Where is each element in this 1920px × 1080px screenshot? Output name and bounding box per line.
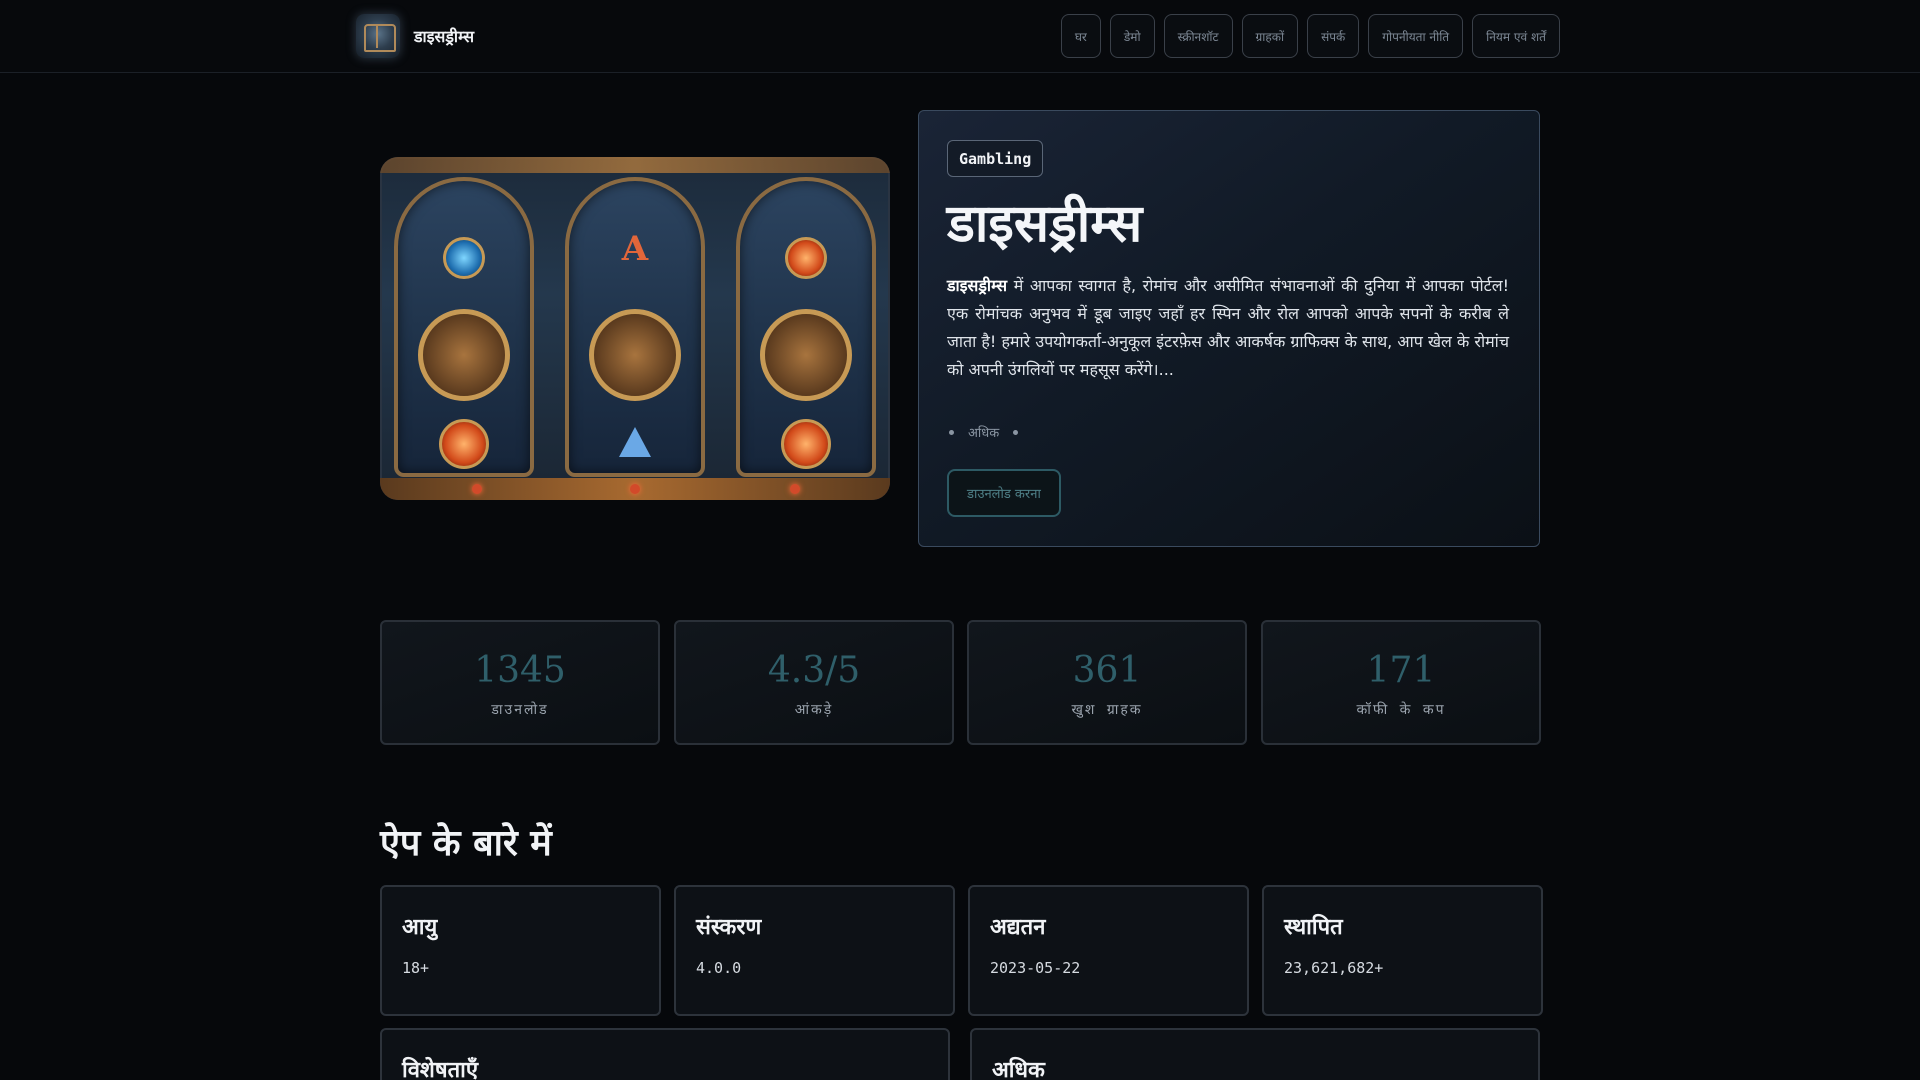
red-gem-icon — [439, 419, 489, 469]
bullet-icon — [1013, 429, 1019, 435]
category-tag[interactable]: Gambling — [947, 140, 1044, 177]
info-card-installs: स्थापित 23,621,682+ — [1262, 885, 1543, 1016]
stat-label: खुश ग्राहक — [1071, 702, 1143, 718]
hero-title: डाइसड्रीम्स — [947, 194, 1143, 254]
slot-machine-image: A — [380, 157, 890, 500]
nav-customers[interactable]: ग्राहकों — [1241, 14, 1299, 58]
letter-a-icon: A — [621, 229, 649, 269]
stat-value: 171 — [1366, 650, 1436, 691]
hero-description-text: में आपका स्वागत है, रोमांच और असीमित संभ… — [947, 276, 1509, 379]
lion-medallion-icon — [589, 309, 681, 401]
stat-value: 361 — [1072, 650, 1142, 691]
info-card-title: अधिक — [992, 1058, 1045, 1080]
brand-name[interactable]: डाइसड्रीम्स — [414, 25, 474, 47]
rivet — [472, 484, 482, 494]
hero-card: Gambling डाइसड्रीम्स डाइसड्रीम्स में आपक… — [918, 110, 1540, 547]
stat-downloads: 1345 डाउनलोड — [380, 620, 660, 745]
reel-left — [394, 177, 534, 477]
stat-label: डाउनलोड — [491, 702, 549, 718]
info-card-title: संस्करण — [696, 915, 762, 940]
bullet-icon — [949, 429, 954, 435]
info-card-version: संस्करण 4.0.0 — [674, 885, 955, 1016]
stat-label: कॉफी के कप — [1356, 702, 1446, 718]
more-link[interactable]: अधिक — [968, 423, 999, 441]
download-button[interactable]: डाउनलोड करना — [947, 469, 1061, 517]
dragon-medallion-icon — [760, 309, 852, 401]
nav-contact[interactable]: संपर्क — [1307, 14, 1360, 58]
nav-privacy[interactable]: गोपनीयता नीति — [1368, 14, 1464, 58]
stat-happy-customers: 361 खुश ग्राहक — [967, 620, 1247, 745]
stat-label: आंकड़े — [794, 702, 834, 718]
site-header: डाइसड्रीम्स घर डेमो स्क्रीनशॉट ग्राहकों … — [0, 0, 1920, 73]
info-card-age: आयु 18+ — [380, 885, 661, 1016]
rivet — [630, 484, 640, 494]
info-card-value: 18+ — [402, 959, 430, 977]
info-card-value: 23,621,682+ — [1284, 959, 1384, 977]
reel-right — [736, 177, 876, 477]
hero-description-bold: डाइसड्रीम्स — [947, 276, 1008, 295]
about-section-title: ऐप के बारे में — [380, 823, 552, 864]
info-card-value: 2023-05-22 — [990, 959, 1081, 977]
stat-coffee-cups: 171 कॉफी के कप — [1261, 620, 1541, 745]
stat-rating: 4.3/5 आंकड़े — [674, 620, 954, 745]
info-card-title: आयु — [402, 915, 438, 940]
brand-logo-icon[interactable] — [356, 14, 400, 58]
brand[interactable]: डाइसड्रीम्स — [356, 14, 474, 58]
more-row: अधिक — [949, 423, 1019, 441]
eagle-medallion-icon — [418, 309, 510, 401]
blue-crystal-icon — [619, 427, 651, 457]
info-card-title: विशेषताएँ — [402, 1058, 479, 1080]
info-card-updated: अद्यतन 2023-05-22 — [968, 885, 1249, 1016]
stat-value: 1345 — [474, 650, 566, 691]
info-card-value: 4.0.0 — [696, 959, 742, 977]
stat-value: 4.3/5 — [767, 650, 861, 691]
frame-top — [380, 157, 890, 173]
main-nav: घर डेमो स्क्रीनशॉट ग्राहकों संपर्क गोपनी… — [1060, 14, 1560, 58]
red-diamond-icon — [785, 237, 827, 279]
hero-description: डाइसड्रीम्स में आपका स्वागत है, रोमांच औ… — [947, 272, 1509, 384]
nav-screenshots[interactable]: स्क्रीनशॉट — [1163, 14, 1233, 58]
nav-home[interactable]: घर — [1060, 14, 1101, 58]
blue-gem-icon — [443, 237, 485, 279]
info-card-title: स्थापित — [1284, 915, 1343, 940]
reel-center: A — [565, 177, 705, 477]
nav-demo[interactable]: डेमो — [1109, 14, 1155, 58]
eye-gem-icon — [781, 419, 831, 469]
info-card-title: अद्यतन — [990, 915, 1046, 940]
info-card-more: अधिक — [970, 1028, 1540, 1080]
nav-terms[interactable]: नियम एवं शर्तें — [1472, 14, 1560, 58]
info-card-features: विशेषताएँ — [380, 1028, 950, 1080]
rivet — [790, 484, 800, 494]
